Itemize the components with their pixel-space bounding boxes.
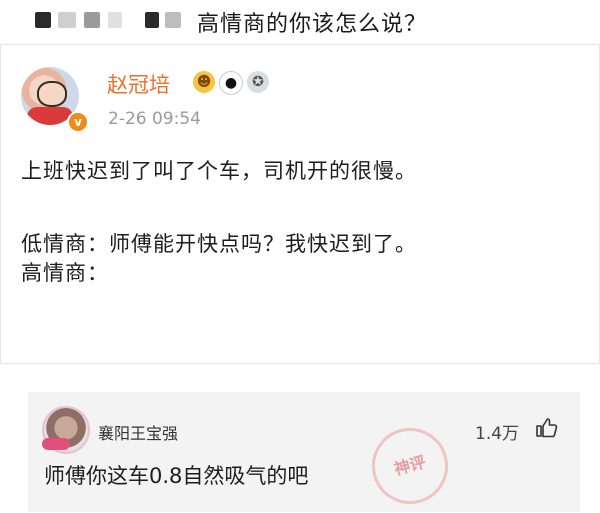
blurred-icon — [108, 12, 122, 28]
blurred-icon — [165, 12, 181, 28]
post-card: v 赵冠培 ☻ ● ✪ 2-26 09:54 上班快迟到了叫了个车，司机开的很慢… — [0, 44, 600, 364]
stamp-icon: 神评 — [363, 419, 457, 513]
blurred-icon — [84, 12, 100, 28]
panda-icon: ● — [219, 71, 243, 95]
blurred-icon — [35, 12, 51, 28]
page-header: 高情商的你该怎么说？ — [0, 0, 600, 40]
avatar-tag-icon — [42, 438, 70, 450]
post-timestamp: 2-26 09:54 — [108, 109, 201, 129]
page-title: 高情商的你该怎么说？ — [197, 12, 428, 37]
verified-icon: v — [67, 111, 89, 133]
post-username[interactable]: 赵冠培 — [107, 69, 170, 99]
crown-emoji-icon: ☻ — [193, 71, 215, 93]
blurred-icon — [58, 12, 76, 28]
blurred-icon — [145, 12, 159, 28]
post-text-line: 高情商： — [21, 261, 109, 285]
post-text-line: 低情商：师傅能开快点吗？我快迟到了。 — [21, 232, 417, 256]
medal-icon: ✪ — [247, 71, 269, 93]
avatar-face — [37, 81, 67, 107]
like-count: 1.4万 — [475, 424, 520, 444]
thumbs-up-icon[interactable] — [534, 416, 558, 440]
comment-card: 襄阳王宝强 神评 1.4万 师傅你这车0.8自然吸气的吧 — [28, 392, 580, 513]
post-text-line: 上班快迟到了叫了个车，司机开的很慢。 — [21, 159, 417, 183]
user-badges: ☻ ● ✪ — [193, 71, 269, 95]
comment-text: 师傅你这车0.8自然吸气的吧 — [44, 464, 309, 488]
comment-username[interactable]: 襄阳王宝强 — [98, 420, 178, 444]
